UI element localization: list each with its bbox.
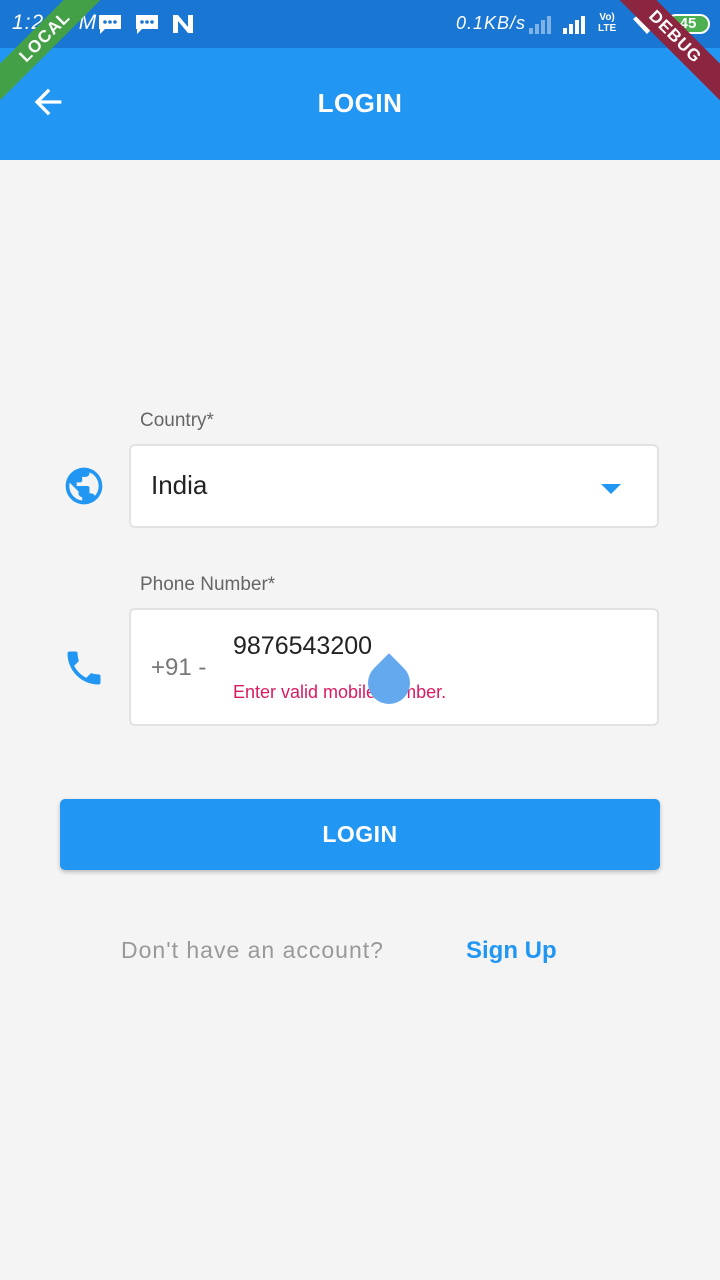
volte-indicator: Vo) LTE <box>598 12 617 34</box>
country-dropdown[interactable]: India <box>129 444 659 528</box>
phone-error-message: Enter valid mobile number. <box>233 682 447 702</box>
message-icon <box>99 15 121 34</box>
signal-weak-icon <box>529 16 551 34</box>
country-code-prefix: +91 - <box>151 654 207 681</box>
signal-strength-icon <box>563 16 585 34</box>
page-title: LOGIN <box>317 88 403 118</box>
phone-number-input[interactable]: 9876543200 <box>233 632 372 661</box>
phone-label: Phone Number* <box>140 574 276 595</box>
n-app-icon <box>173 15 193 33</box>
globe-icon <box>65 467 103 505</box>
login-screen: 1:26 PM 0.1KB/s Vo) LTE 45 LOC <box>0 0 720 1280</box>
app-bar: LOGIN <box>0 48 720 160</box>
no-account-text: Don't have an account? <box>121 937 384 963</box>
dropdown-arrow-icon <box>601 484 621 494</box>
phone-number-field[interactable]: +91 - 9876543200 Enter valid mobile numb… <box>129 608 659 726</box>
message-icon <box>136 15 158 34</box>
country-label: Country* <box>140 410 214 431</box>
phone-icon <box>67 651 101 685</box>
signup-link[interactable]: Sign Up <box>466 937 557 965</box>
status-bar: 1:26 PM 0.1KB/s Vo) LTE 45 <box>0 0 720 48</box>
login-button[interactable]: LOGIN <box>60 799 660 870</box>
text-cursor-handle[interactable] <box>359 653 419 713</box>
country-value: India <box>151 470 208 500</box>
network-speed: 0.1KB/s <box>456 13 527 33</box>
